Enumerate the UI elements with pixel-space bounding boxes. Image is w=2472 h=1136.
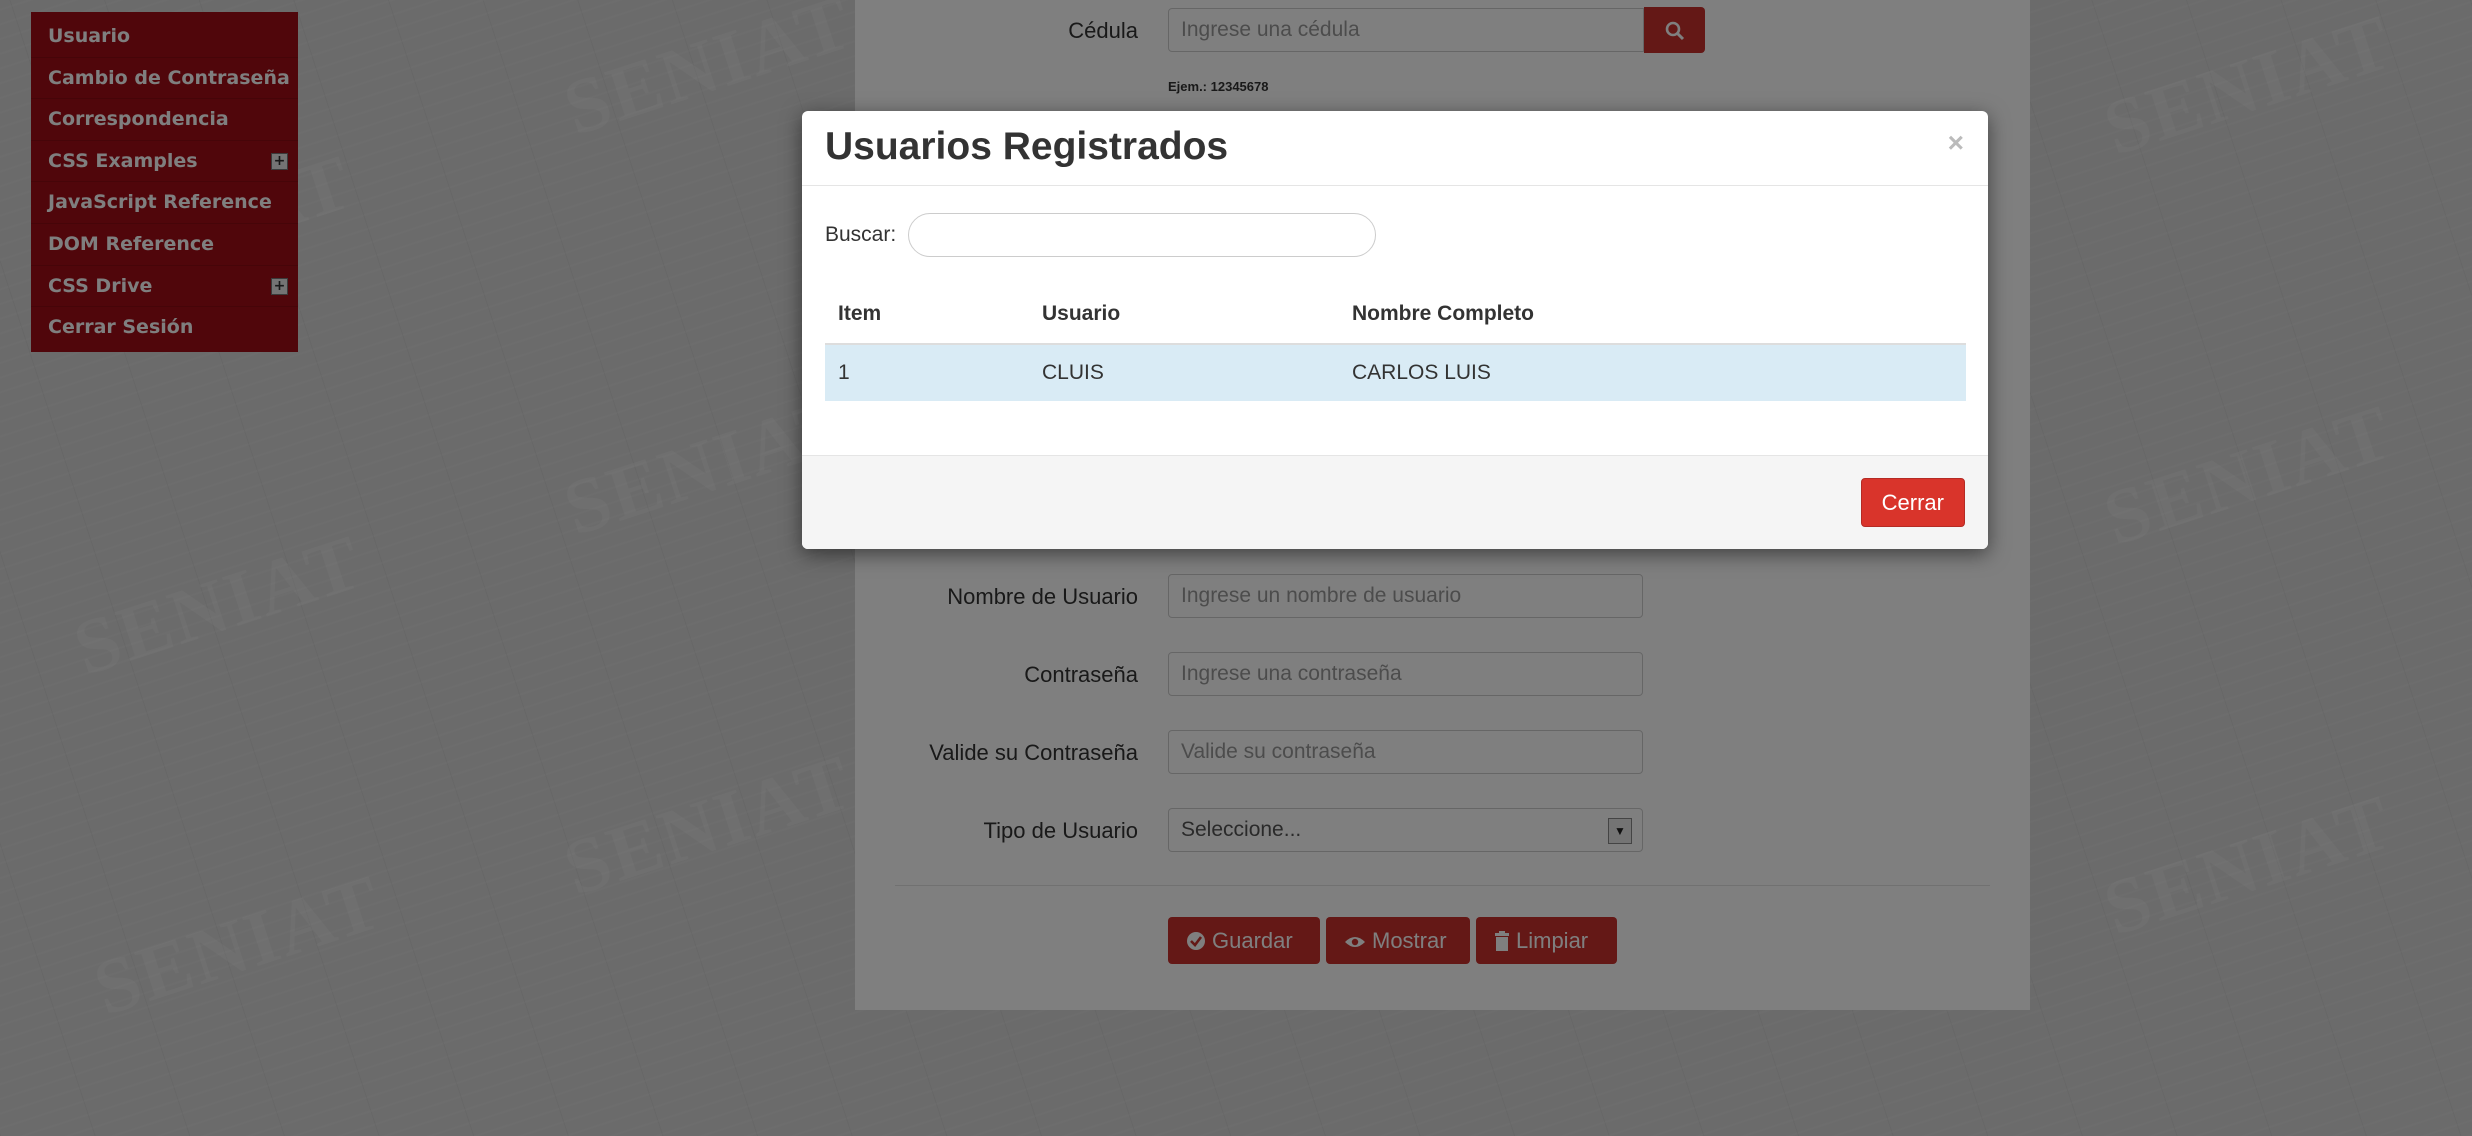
users-table: Item Usuario Nombre Completo 1 CLUIS CAR… [825,286,1966,401]
close-icon[interactable]: × [1948,127,1964,159]
table-row[interactable]: 1 CLUIS CARLOS LUIS [825,345,1966,401]
column-header-item[interactable]: Item [838,302,881,326]
cell-item: 1 [838,361,850,384]
cell-usuario: CLUIS [1042,361,1104,384]
column-header-usuario[interactable]: Usuario [1042,302,1120,326]
search-label: Buscar: [825,223,897,246]
close-button[interactable]: Cerrar [1860,478,1965,527]
search-input[interactable] [908,213,1376,257]
users-modal: Usuarios Registrados × Buscar: Item Usua… [802,111,1988,549]
modal-header: Usuarios Registrados × [802,111,1988,186]
cell-nombre: CARLOS LUIS [1352,361,1491,384]
column-header-nombre[interactable]: Nombre Completo [1352,302,1534,326]
table-header: Item Usuario Nombre Completo [825,286,1966,345]
modal-footer: Cerrar [802,455,1988,549]
modal-title: Usuarios Registrados [825,125,1229,168]
